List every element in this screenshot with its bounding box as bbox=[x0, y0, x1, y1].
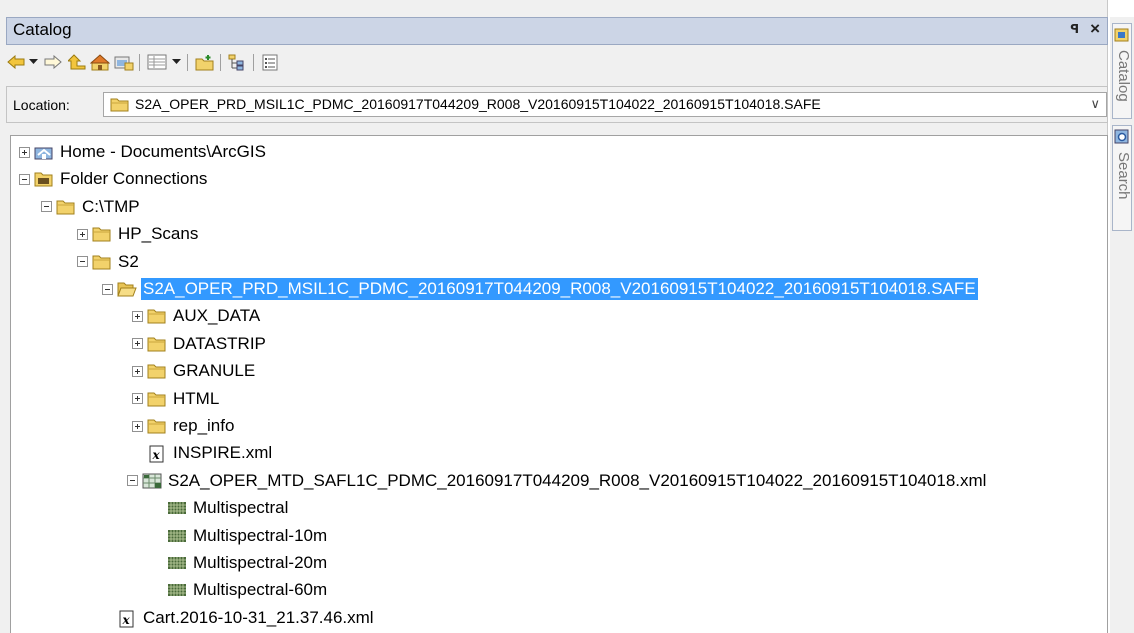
dock-tab-catalog[interactable]: Catalog bbox=[1112, 23, 1132, 119]
tree-item[interactable]: x INSPIRE.xml bbox=[132, 440, 274, 466]
raster-dataset-icon bbox=[167, 528, 188, 544]
location-bar: Location: S2A_OPER_PRD_MSIL1C_PDMC_20160… bbox=[6, 86, 1108, 123]
tree-item-label: Multispectral-10m bbox=[193, 525, 328, 545]
expand-plus-icon[interactable] bbox=[132, 338, 143, 350]
collapse-minus-icon[interactable] bbox=[41, 201, 52, 213]
dock-tab-search[interactable]: Search bbox=[1112, 125, 1132, 231]
options-icon[interactable] bbox=[259, 52, 281, 72]
location-label: Location: bbox=[13, 97, 70, 113]
tree-item-label: Cart.2016-10-31_21.37.46.xml bbox=[143, 607, 374, 627]
tree-item[interactable]: x Cart.2016-10-31_21.37.46.xml bbox=[102, 605, 376, 631]
tree-item[interactable]: Multispectral-10m bbox=[152, 523, 329, 549]
connect-folder-icon[interactable] bbox=[114, 52, 134, 72]
tree-item[interactable]: HP_Scans bbox=[77, 221, 200, 247]
tree-item-label: S2 bbox=[118, 251, 139, 271]
collapse-minus-icon[interactable] bbox=[19, 173, 30, 185]
tree-item-label: AUX_DATA bbox=[173, 306, 261, 326]
raster-dataset-icon bbox=[167, 555, 188, 571]
folder-icon bbox=[147, 418, 168, 434]
collapse-minus-icon[interactable] bbox=[102, 283, 113, 295]
forward-icon[interactable] bbox=[43, 52, 63, 72]
expand-plus-icon[interactable] bbox=[132, 310, 143, 322]
tree-item[interactable]: rep_info bbox=[132, 413, 236, 439]
tree-item-label: HTML bbox=[173, 388, 220, 408]
folder-open-icon bbox=[117, 281, 138, 297]
location-value: S2A_OPER_PRD_MSIL1C_PDMC_20160917T044209… bbox=[135, 96, 821, 112]
chevron-down-icon[interactable]: ∨ bbox=[1090, 96, 1100, 112]
dock-tab-catalog-label: Catalog bbox=[1115, 50, 1132, 102]
folder-icon bbox=[110, 97, 130, 117]
back-dropdown-icon[interactable] bbox=[27, 52, 39, 72]
collapse-minus-icon[interactable] bbox=[77, 256, 88, 268]
raster-dataset-icon bbox=[167, 582, 188, 598]
folder-connections-icon bbox=[34, 171, 55, 187]
close-icon[interactable]: × bbox=[1090, 19, 1100, 39]
tree-item[interactable]: Multispectral-20m bbox=[152, 550, 329, 576]
tree-item-label: Multispectral bbox=[193, 498, 289, 518]
view-details-icon[interactable] bbox=[146, 52, 168, 72]
tree-item-label: Home - Documents\ArcGIS bbox=[60, 142, 266, 161]
tree-item[interactable]: C:\TMP bbox=[41, 194, 142, 220]
home-folder-icon bbox=[34, 144, 55, 160]
expand-plus-icon[interactable] bbox=[19, 146, 30, 158]
tree-item-label: GRANULE bbox=[173, 361, 256, 381]
expand-plus-icon[interactable] bbox=[77, 228, 88, 240]
view-dropdown-icon[interactable] bbox=[170, 52, 182, 72]
folder-icon bbox=[92, 254, 113, 270]
tree-item[interactable]: Multispectral-60m bbox=[152, 577, 329, 603]
xml-file-icon: x bbox=[117, 610, 138, 628]
tree-item[interactable]: Multispectral bbox=[152, 495, 290, 521]
tree-item[interactable]: Folder Connections bbox=[19, 166, 209, 192]
raster-dataset-icon bbox=[167, 500, 188, 516]
tree-item-label: Folder Connections bbox=[60, 169, 208, 189]
back-icon[interactable] bbox=[6, 52, 26, 72]
folder-icon bbox=[147, 308, 168, 324]
tree-item[interactable]: S2 bbox=[77, 249, 141, 275]
toggle-contents-icon[interactable] bbox=[226, 52, 248, 72]
collapse-minus-icon[interactable] bbox=[127, 475, 138, 487]
home-folder-icon[interactable] bbox=[90, 52, 110, 72]
catalog-toolbar bbox=[6, 48, 406, 78]
folder-icon bbox=[92, 226, 113, 242]
up-one-level-icon[interactable] bbox=[67, 52, 87, 72]
tree-item-label: DATASTRIP bbox=[173, 333, 266, 353]
tree-item[interactable]: S2A_OPER_MTD_SAFL1C_PDMC_20160917T044209… bbox=[127, 468, 988, 494]
dock-tab-search-label: Search bbox=[1115, 152, 1132, 200]
folder-icon bbox=[147, 336, 168, 352]
tree-item-label: S2A_OPER_MTD_SAFL1C_PDMC_20160917T044209… bbox=[168, 470, 987, 490]
tree-item[interactable]: Home - Documents\ArcGIS bbox=[19, 139, 268, 165]
raster-product-icon bbox=[142, 473, 163, 489]
tree-item[interactable]: S2A_OPER_PRD_MSIL1C_PDMC_20160917T044209… bbox=[102, 276, 978, 302]
catalog-window: Catalog ꟼ × Location: S2A_OPER_PRD_MSIL1… bbox=[0, 0, 1108, 633]
new-folder-icon[interactable] bbox=[194, 52, 216, 72]
svg-text:x: x bbox=[122, 613, 131, 627]
right-dock: Catalog Search bbox=[1110, 17, 1134, 633]
search-icon bbox=[1114, 129, 1130, 150]
folder-icon bbox=[147, 391, 168, 407]
catalog-tree: Home - Documents\ArcGIS Folder Connection… bbox=[10, 135, 1108, 633]
catalog-title: Catalog bbox=[13, 20, 72, 39]
xml-file-icon: x bbox=[147, 445, 168, 463]
expand-plus-icon[interactable] bbox=[132, 393, 143, 405]
tree-item[interactable]: GRANULE bbox=[132, 358, 257, 384]
tree-item[interactable]: AUX_DATA bbox=[132, 303, 262, 329]
expand-plus-icon[interactable] bbox=[132, 420, 143, 432]
catalog-titlebar[interactable]: Catalog ꟼ × bbox=[6, 17, 1108, 45]
svg-text:x: x bbox=[152, 448, 161, 462]
tree-item-label: rep_info bbox=[173, 416, 235, 435]
folder-icon bbox=[56, 199, 77, 215]
tree-item-label: Multispectral-60m bbox=[193, 580, 328, 600]
auto-hide-pin-icon[interactable]: ꟼ bbox=[1070, 22, 1079, 36]
expand-plus-icon[interactable] bbox=[132, 365, 143, 377]
tree-item-label: C:\TMP bbox=[82, 196, 140, 216]
tree-item-label: Multispectral-20m bbox=[193, 553, 328, 572]
catalog-icon bbox=[1114, 27, 1130, 48]
tree-item[interactable]: DATASTRIP bbox=[132, 331, 268, 357]
tree-item-label: S2A_OPER_PRD_MSIL1C_PDMC_20160917T044209… bbox=[141, 278, 978, 300]
location-combobox[interactable]: S2A_OPER_PRD_MSIL1C_PDMC_20160917T044209… bbox=[103, 92, 1107, 117]
tree-item[interactable]: HTML bbox=[132, 386, 221, 412]
tree-item-label: INSPIRE.xml bbox=[173, 443, 273, 463]
folder-icon bbox=[147, 363, 168, 379]
tree-item-label: HP_Scans bbox=[118, 224, 199, 244]
